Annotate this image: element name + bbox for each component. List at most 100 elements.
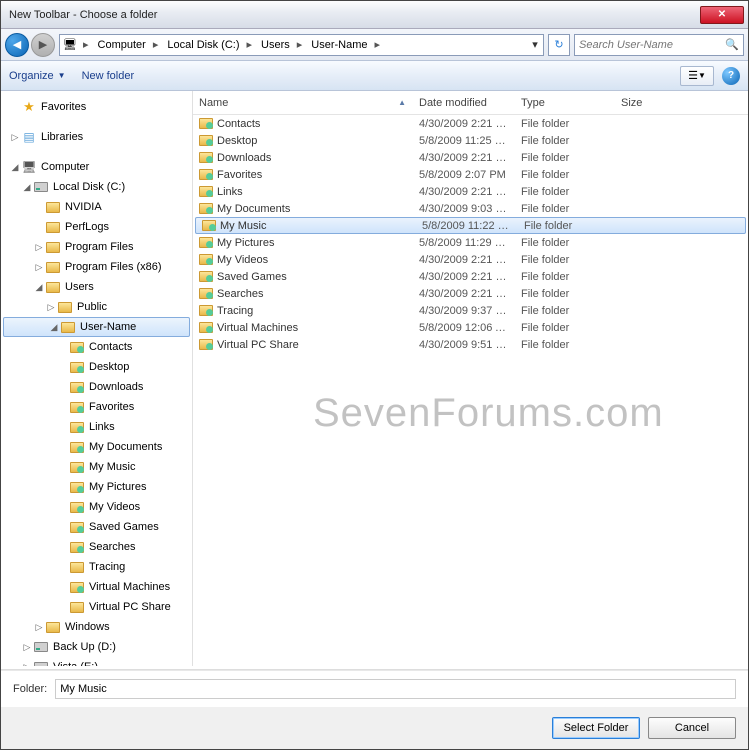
- folder-icon: [199, 254, 213, 265]
- tree-item[interactable]: ▷▤Libraries: [1, 127, 192, 147]
- help-button[interactable]: ?: [722, 67, 740, 85]
- folder-icon: [70, 602, 84, 613]
- tree-item-label: Favorites: [89, 401, 134, 413]
- tree-item[interactable]: Favorites: [1, 397, 192, 417]
- twisty-icon[interactable]: ▷: [33, 622, 45, 633]
- file-row[interactable]: My Pictures5/8/2009 11:29 PMFile folder: [193, 234, 748, 251]
- file-type: File folder: [515, 271, 615, 283]
- column-name[interactable]: Name▲: [193, 91, 413, 114]
- tree-item[interactable]: My Videos: [1, 497, 192, 517]
- file-row[interactable]: Downloads4/30/2009 2:21 PMFile folder: [193, 149, 748, 166]
- file-row[interactable]: Saved Games4/30/2009 2:21 PMFile folder: [193, 268, 748, 285]
- organize-menu[interactable]: Organize ▼: [9, 70, 66, 82]
- chevron-right-icon[interactable]: ▸: [294, 38, 306, 51]
- file-row[interactable]: Virtual Machines5/8/2009 12:06 AMFile fo…: [193, 319, 748, 336]
- twisty-icon[interactable]: ◢: [33, 282, 45, 293]
- refresh-button[interactable]: ↻: [548, 34, 570, 56]
- close-button[interactable]: ✕: [700, 6, 744, 24]
- libraries-icon: ▤: [23, 130, 34, 144]
- tree-item[interactable]: Virtual Machines: [1, 577, 192, 597]
- select-folder-button[interactable]: Select Folder: [552, 717, 640, 739]
- twisty-icon[interactable]: ▷: [45, 302, 57, 313]
- tree-item[interactable]: Links: [1, 417, 192, 437]
- tree-item[interactable]: My Documents: [1, 437, 192, 457]
- twisty-icon[interactable]: ▷: [21, 642, 33, 653]
- chevron-right-icon[interactable]: ▸: [243, 38, 255, 51]
- cancel-button[interactable]: Cancel: [648, 717, 736, 739]
- tree-item[interactable]: ▷Program Files: [1, 237, 192, 257]
- tree-item-label: Tracing: [89, 561, 125, 573]
- folder-input[interactable]: [55, 679, 736, 699]
- file-row[interactable]: Contacts4/30/2009 2:21 PMFile folder: [193, 115, 748, 132]
- column-type[interactable]: Type: [515, 91, 615, 114]
- back-button[interactable]: ◀: [5, 33, 29, 57]
- chevron-right-icon[interactable]: ▸: [80, 38, 92, 51]
- tree-item[interactable]: Downloads: [1, 377, 192, 397]
- twisty-icon[interactable]: ▷: [33, 262, 45, 273]
- file-row[interactable]: My Documents4/30/2009 9:03 PMFile folder: [193, 200, 748, 217]
- tree-item[interactable]: Virtual PC Share: [1, 597, 192, 617]
- chevron-right-icon[interactable]: ▸: [372, 38, 384, 51]
- twisty-icon[interactable]: ▷: [9, 132, 21, 143]
- tree-item[interactable]: ◢Users: [1, 277, 192, 297]
- file-row[interactable]: Favorites5/8/2009 2:07 PMFile folder: [193, 166, 748, 183]
- file-row[interactable]: Links4/30/2009 2:21 PMFile folder: [193, 183, 748, 200]
- tree-item[interactable]: ★Favorites: [1, 97, 192, 117]
- file-row[interactable]: Desktop5/8/2009 11:25 PMFile folder: [193, 132, 748, 149]
- twisty-icon[interactable]: ◢: [48, 322, 60, 333]
- view-button[interactable]: ☰ ▼: [680, 66, 714, 86]
- tree-item[interactable]: ▷Program Files (x86): [1, 257, 192, 277]
- tree-item-label: Back Up (D:): [53, 641, 116, 653]
- tree-item[interactable]: Contacts: [1, 337, 192, 357]
- tree-item[interactable]: My Pictures: [1, 477, 192, 497]
- file-list[interactable]: Name▲ Date modified Type Size Contacts4/…: [193, 91, 748, 666]
- crumb-disk[interactable]: Local Disk (C:): [161, 35, 243, 55]
- breadcrumb[interactable]: 🖥 ▸ Computer ▸ Local Disk (C:) ▸ Users ▸…: [59, 34, 544, 56]
- search-icon: 🔍: [725, 38, 739, 51]
- tree-item[interactable]: PerfLogs: [1, 217, 192, 237]
- tree-item[interactable]: ◢🖥Computer: [1, 157, 192, 177]
- folder-icon: [70, 522, 84, 533]
- file-name: Saved Games: [217, 271, 287, 283]
- tree-item[interactable]: Tracing: [1, 557, 192, 577]
- twisty-icon[interactable]: ▷: [33, 242, 45, 253]
- file-type: File folder: [515, 169, 615, 181]
- chevron-down-icon: ▼: [58, 71, 66, 80]
- twisty-icon[interactable]: ◢: [9, 162, 21, 173]
- tree-item[interactable]: ◢User-Name: [3, 317, 190, 337]
- tree-item[interactable]: Saved Games: [1, 517, 192, 537]
- tree-item[interactable]: ▷ Back Up (D:): [1, 637, 192, 657]
- file-row[interactable]: My Music5/8/2009 11:22 PMFile folder: [195, 217, 746, 234]
- tree-item-label: NVIDIA: [65, 201, 102, 213]
- file-row[interactable]: My Videos4/30/2009 2:21 PMFile folder: [193, 251, 748, 268]
- tree-item[interactable]: Searches: [1, 537, 192, 557]
- folder-tree[interactable]: ★Favorites ▷▤Libraries ◢🖥Computer◢Local Di…: [1, 91, 193, 666]
- tree-item-label: Links: [89, 421, 115, 433]
- tree-item[interactable]: NVIDIA: [1, 197, 192, 217]
- crumb-users[interactable]: Users: [255, 35, 294, 55]
- tree-item[interactable]: Desktop: [1, 357, 192, 377]
- tree-item[interactable]: ◢Local Disk (C:): [1, 177, 192, 197]
- column-size[interactable]: Size: [615, 91, 685, 114]
- folder-icon: [70, 462, 84, 473]
- forward-button[interactable]: ▶: [31, 33, 55, 57]
- tree-item[interactable]: ▷Windows: [1, 617, 192, 637]
- folder-icon: [58, 302, 72, 313]
- tree-item[interactable]: ▷Public: [1, 297, 192, 317]
- file-row[interactable]: Searches4/30/2009 2:21 PMFile folder: [193, 285, 748, 302]
- tree-item[interactable]: ▷Vista (E:): [1, 657, 192, 666]
- chevron-down-icon[interactable]: ▾: [527, 38, 543, 51]
- crumb-computer[interactable]: Computer: [92, 35, 150, 55]
- file-row[interactable]: Tracing4/30/2009 9:37 PMFile folder: [193, 302, 748, 319]
- tree-item[interactable]: My Music: [1, 457, 192, 477]
- new-folder-button[interactable]: New folder: [82, 70, 135, 82]
- file-row[interactable]: Virtual PC Share4/30/2009 9:51 PMFile fo…: [193, 336, 748, 353]
- twisty-icon[interactable]: ▷: [21, 662, 33, 667]
- chevron-right-icon[interactable]: ▸: [150, 38, 162, 51]
- search-input[interactable]: [579, 39, 725, 51]
- crumb-username[interactable]: User-Name: [305, 35, 371, 55]
- folder-icon: [70, 482, 84, 493]
- column-date[interactable]: Date modified: [413, 91, 515, 114]
- search-box[interactable]: 🔍: [574, 34, 744, 56]
- twisty-icon[interactable]: ◢: [21, 182, 33, 193]
